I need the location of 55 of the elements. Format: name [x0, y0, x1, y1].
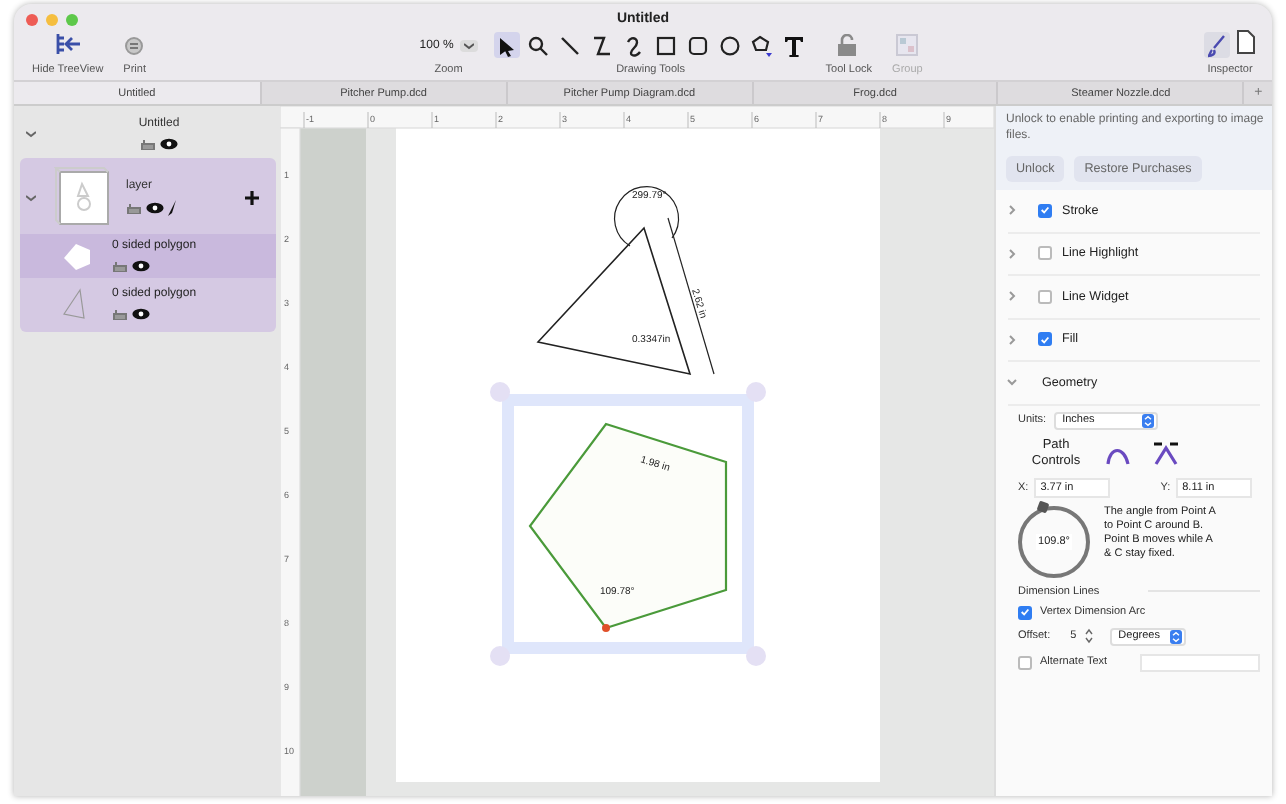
- pen-icon[interactable]: [168, 200, 178, 216]
- resize-handle[interactable]: [490, 382, 510, 402]
- resize-handle[interactable]: [746, 646, 766, 666]
- pentagon-shape[interactable]: [528, 422, 728, 630]
- angle-arc: [613, 186, 680, 247]
- pointer-tool-icon[interactable]: [493, 32, 520, 58]
- line-tool-icon[interactable]: [557, 32, 584, 58]
- chevron-icon[interactable]: [1008, 204, 1016, 217]
- chevron-icon[interactable]: [1006, 378, 1018, 387]
- eye-icon[interactable]: [160, 138, 178, 150]
- chevron-icon[interactable]: [1008, 333, 1016, 346]
- pentagon-thumbnail-icon: [60, 240, 96, 272]
- lock-icon[interactable]: [140, 138, 156, 150]
- checkbox[interactable]: [1038, 246, 1052, 261]
- circle-tool-icon[interactable]: [717, 32, 744, 58]
- print-icon[interactable]: [124, 36, 145, 56]
- layer-thumbnail-icon: [54, 166, 114, 230]
- vertex-point[interactable]: [602, 624, 610, 632]
- lock-icon[interactable]: [126, 202, 142, 214]
- popup-arrows-icon[interactable]: [1170, 629, 1183, 643]
- text-tool-icon[interactable]: [781, 32, 808, 58]
- zoom-dropdown[interactable]: [459, 39, 478, 51]
- triangle-shape[interactable]: [536, 226, 692, 376]
- eye-icon[interactable]: [146, 202, 164, 214]
- stepper-icon[interactable]: [1084, 628, 1095, 644]
- magnifier-tool-icon[interactable]: [525, 32, 552, 58]
- close-button[interactable]: [26, 14, 38, 26]
- eye-icon[interactable]: [132, 260, 150, 272]
- chevron-icon[interactable]: [1008, 247, 1016, 260]
- dial-knob-icon[interactable]: [1036, 499, 1050, 513]
- resize-handle[interactable]: [490, 646, 510, 666]
- checkbox[interactable]: [1018, 605, 1032, 619]
- chevron-icon[interactable]: [26, 130, 36, 138]
- alternate-text-field[interactable]: [1139, 653, 1260, 671]
- chevron-icon[interactable]: [26, 194, 36, 202]
- lock-icon[interactable]: [836, 34, 861, 56]
- rounded-tool-icon[interactable]: [685, 32, 712, 58]
- selection-frame[interactable]: [502, 394, 754, 654]
- lock-icon[interactable]: [112, 308, 128, 320]
- zigzag-tool-icon[interactable]: [589, 32, 616, 58]
- lock-icon[interactable]: [112, 260, 128, 272]
- eye-icon[interactable]: [132, 308, 150, 320]
- checkbox[interactable]: [1038, 332, 1052, 347]
- chevron-icon[interactable]: [1008, 290, 1016, 303]
- sidebar-toggle-icon[interactable]: [53, 32, 82, 56]
- checkbox[interactable]: [1038, 203, 1052, 218]
- brush-icon[interactable]: [1204, 32, 1230, 58]
- popup-arrows-icon[interactable]: [1142, 413, 1155, 427]
- checkbox[interactable]: [1018, 655, 1032, 669]
- corner-handle-icon[interactable]: [1152, 441, 1180, 465]
- rectangle-tool-icon[interactable]: [653, 32, 680, 58]
- add-icon[interactable]: [244, 190, 260, 206]
- checkbox[interactable]: [1038, 289, 1052, 304]
- resize-handle[interactable]: [746, 382, 766, 402]
- polygon-tool-icon[interactable]: [749, 32, 776, 58]
